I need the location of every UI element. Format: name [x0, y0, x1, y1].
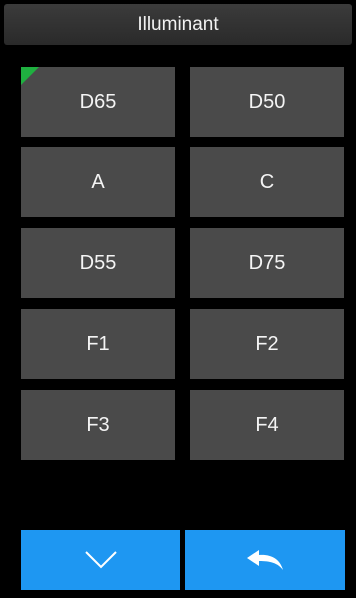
illuminant-label: A	[91, 170, 105, 193]
illuminant-button-d55[interactable]: D55	[21, 228, 175, 298]
illuminant-button-a[interactable]: A	[21, 147, 175, 217]
page-title: Illuminant	[137, 13, 219, 35]
return-arrow-icon	[247, 550, 283, 570]
illuminant-button-d50[interactable]: D50	[190, 67, 344, 137]
back-button[interactable]	[185, 530, 345, 590]
illuminant-label: D65	[79, 90, 117, 113]
illuminant-label: D75	[248, 251, 286, 274]
illuminant-button-f3[interactable]: F3	[21, 390, 175, 460]
illuminant-label: D55	[79, 251, 117, 274]
title-bar: Illuminant	[4, 4, 352, 45]
chevron-down-icon	[84, 551, 117, 569]
selected-indicator	[21, 67, 39, 85]
illuminant-label: F2	[255, 332, 279, 355]
illuminant-label: F4	[255, 413, 279, 436]
illuminant-button-d65[interactable]: D65	[21, 67, 175, 137]
illuminant-label: D50	[248, 90, 286, 113]
illuminant-label: F1	[86, 332, 110, 355]
page-down-button[interactable]	[21, 530, 180, 590]
illuminant-button-f1[interactable]: F1	[21, 309, 175, 379]
illuminant-button-d75[interactable]: D75	[190, 228, 344, 298]
illuminant-button-f2[interactable]: F2	[190, 309, 344, 379]
illuminant-button-f4[interactable]: F4	[190, 390, 344, 460]
illuminant-button-c[interactable]: C	[190, 147, 344, 217]
illuminant-label: F3	[86, 413, 110, 436]
illuminant-label: C	[259, 170, 275, 193]
